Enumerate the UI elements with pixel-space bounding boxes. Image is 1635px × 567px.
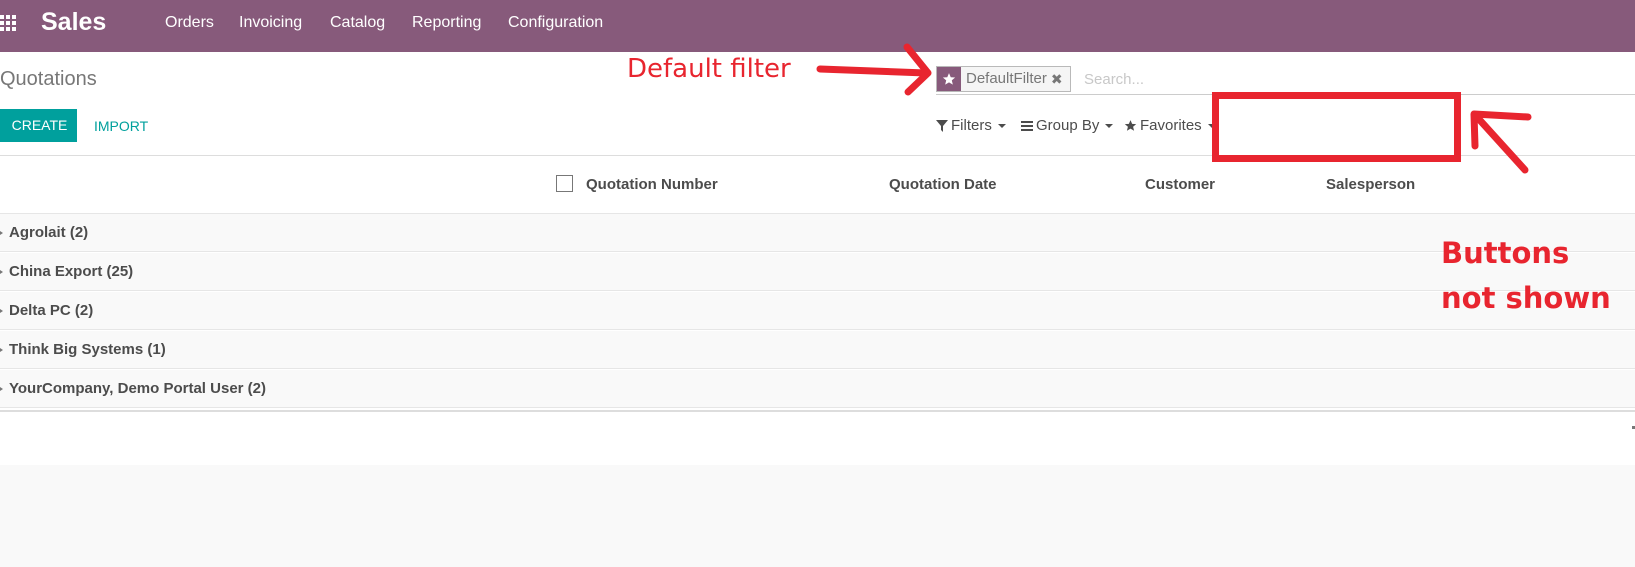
annotation-line-1: Buttons [1441, 236, 1570, 270]
annotation-default-filter: Default filter [627, 54, 791, 84]
star-icon [937, 67, 961, 91]
filters-dropdown[interactable]: Filters [936, 117, 1006, 134]
search-bar: DefaultFilter ✖ [936, 64, 1635, 95]
group-row[interactable]: Delta PC (2) [0, 292, 1635, 330]
column-quotation-date[interactable]: Quotation Date [889, 176, 997, 193]
group-label: YourCompany, Demo Portal User (2) [9, 380, 266, 397]
caret-right-icon [0, 309, 3, 313]
caret-right-icon [0, 231, 3, 235]
facet-value: DefaultFilter [966, 70, 1047, 87]
column-customer[interactable]: Customer [1145, 176, 1215, 193]
list-icon [1021, 120, 1033, 131]
groupby-dropdown[interactable]: Group By [1021, 117, 1114, 134]
app-brand[interactable]: Sales [41, 8, 106, 37]
menu-orders[interactable]: Orders [165, 14, 214, 32]
caret-right-icon [0, 348, 3, 352]
table-footer-line [0, 410, 1635, 412]
caret-right-icon [0, 270, 3, 274]
main-navbar: Sales Orders Invoicing Catalog Reporting… [0, 0, 1635, 52]
grid-icon[interactable] [0, 13, 20, 33]
filter-icon [936, 119, 948, 132]
table-header: Quotation Number Quotation Date Customer… [0, 156, 1635, 214]
group-label: China Export (25) [9, 263, 134, 280]
favorites-label: Favorites [1140, 117, 1202, 134]
group-row[interactable]: Think Big Systems (1) [0, 331, 1635, 369]
group-row[interactable]: Agrolait (2) [0, 214, 1635, 252]
menu-reporting[interactable]: Reporting [412, 14, 481, 32]
group-label: Delta PC (2) [9, 302, 94, 319]
menu-catalog[interactable]: Catalog [330, 14, 385, 32]
search-facet[interactable]: DefaultFilter ✖ [936, 66, 1071, 92]
caret-right-icon [0, 387, 3, 391]
groupby-label: Group By [1036, 117, 1100, 134]
import-button[interactable]: IMPORT [94, 118, 148, 134]
group-label: Agrolait (2) [9, 224, 89, 241]
search-input[interactable] [1084, 68, 1604, 90]
create-button[interactable]: CREATE [0, 109, 77, 142]
breadcrumb[interactable]: Quotations [0, 68, 97, 91]
annotation-line-2: not shown [1441, 281, 1611, 315]
close-icon[interactable]: ✖ [1051, 67, 1070, 91]
column-quotation-number[interactable]: Quotation Number [586, 176, 718, 193]
menu-configuration[interactable]: Configuration [508, 14, 603, 32]
favorites-dropdown[interactable]: Favorites [1124, 117, 1216, 134]
annotation-buttons-not-shown: Buttons not shown [1441, 231, 1611, 321]
annotation-highlight-box [1212, 92, 1461, 162]
column-salesperson[interactable]: Salesperson [1326, 176, 1415, 193]
filters-label: Filters [951, 117, 992, 134]
group-label: Think Big Systems (1) [9, 341, 166, 358]
star-icon [1124, 120, 1137, 131]
select-all-checkbox[interactable] [556, 175, 573, 192]
group-row[interactable]: China Export (25) [0, 253, 1635, 291]
group-row[interactable]: YourCompany, Demo Portal User (2) [0, 370, 1635, 408]
menu-invoicing[interactable]: Invoicing [239, 14, 302, 32]
